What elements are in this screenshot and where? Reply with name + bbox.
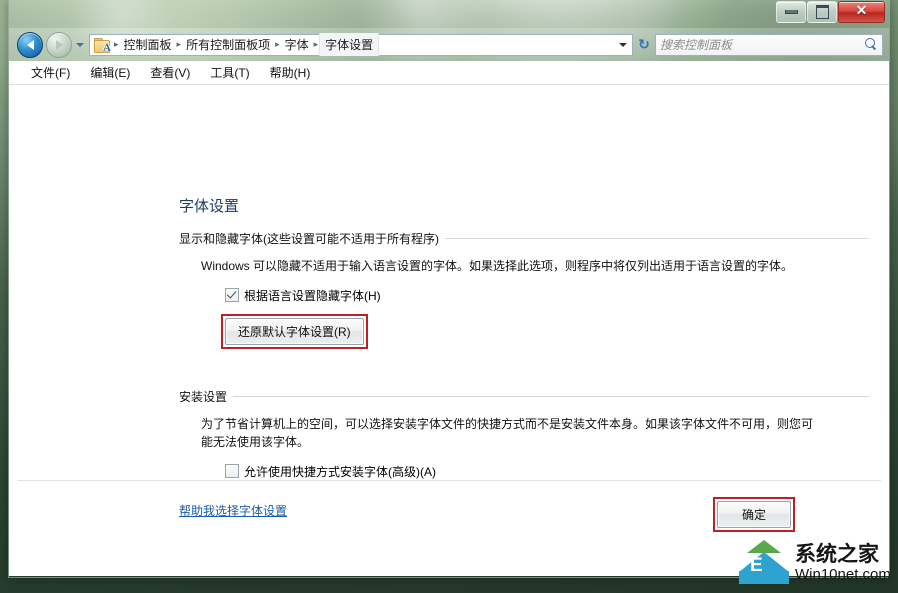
menu-item-help[interactable]: 帮助(H) bbox=[260, 61, 321, 84]
search-input[interactable]: 搜索控制面板 bbox=[660, 36, 865, 53]
minimize-button[interactable] bbox=[776, 1, 806, 23]
refresh-icon: ↻ bbox=[638, 36, 650, 52]
group-divider-line bbox=[233, 396, 869, 397]
restore-defaults-highlight: 还原默认字体设置(R) bbox=[221, 314, 368, 349]
footer-divider bbox=[17, 480, 881, 481]
forward-arrow-icon bbox=[55, 39, 63, 50]
menu-item-file[interactable]: 文件(F) bbox=[21, 61, 80, 84]
restore-default-font-settings-button[interactable]: 还原默认字体设置(R) bbox=[225, 318, 364, 345]
watermark-logo-letter: E bbox=[750, 555, 763, 576]
display-fonts-group-label: 显示和隐藏字体(这些设置可能不适用于所有程序) bbox=[179, 230, 869, 247]
watermark-title: 系统之家 bbox=[795, 542, 879, 566]
close-button[interactable]: ✕ bbox=[838, 1, 885, 23]
title-bar[interactable]: ✕ bbox=[9, 0, 889, 28]
menu-item-edit[interactable]: 编辑(E) bbox=[80, 61, 140, 84]
hide-fonts-checkbox-row[interactable]: 根据语言设置隐藏字体(H) bbox=[225, 287, 869, 304]
restore-defaults-wrapper: 还原默认字体设置(R) bbox=[221, 314, 869, 349]
refresh-button[interactable]: ↻ bbox=[633, 34, 655, 56]
install-settings-group-label-text: 安装设置 bbox=[179, 390, 228, 404]
address-bar[interactable]: A ▸ 控制面板 ▸ 所有控制面板项 ▸ 字体 ▸ 字体设置 bbox=[89, 33, 633, 56]
page-title: 字体设置 bbox=[179, 198, 240, 215]
ok-button-wrapper: 确定 bbox=[713, 497, 795, 532]
ok-button-highlight: 确定 bbox=[713, 497, 795, 532]
fonts-folder-icon: A bbox=[94, 37, 111, 53]
menu-bar: 文件(F) 编辑(E) 查看(V) 工具(T) 帮助(H) bbox=[9, 61, 889, 85]
menu-item-view[interactable]: 查看(V) bbox=[140, 61, 200, 84]
breadcrumb-item-fonts[interactable]: 字体 bbox=[281, 34, 313, 55]
back-button[interactable] bbox=[17, 31, 43, 58]
maximize-button[interactable] bbox=[807, 1, 837, 23]
maximize-icon bbox=[815, 5, 829, 19]
install-settings-description: 为了节省计算机上的空间，可以选择安装字体文件的快捷方式而不是安装文件本身。如果该… bbox=[201, 417, 814, 449]
display-fonts-group-label-text: 显示和隐藏字体(这些设置可能不适用于所有程序) bbox=[179, 232, 439, 246]
watermark-url: Win10net.com bbox=[795, 565, 891, 583]
close-icon: ✕ bbox=[855, 4, 868, 19]
menu-item-tools[interactable]: 工具(T) bbox=[200, 61, 259, 84]
minimize-icon bbox=[784, 10, 798, 14]
address-dropdown-icon[interactable] bbox=[616, 42, 630, 47]
hide-fonts-checkbox[interactable] bbox=[225, 288, 239, 302]
display-fonts-description: Windows 可以隐藏不适用于输入语言设置的字体。如果选择此选项，则程序中将仅… bbox=[201, 259, 794, 273]
breadcrumb-item-control-panel[interactable]: 控制面板 bbox=[120, 34, 176, 55]
control-panel-window: ✕ A ▸ 控制面板 ▸ 所有控制面板项 ▸ 字体 ▸ 字体设置 ↻ 搜索控制面… bbox=[8, 0, 890, 578]
navigation-bar: A ▸ 控制面板 ▸ 所有控制面板项 ▸ 字体 ▸ 字体设置 ↻ 搜索控制面板 bbox=[9, 28, 889, 61]
window-controls: ✕ bbox=[776, 1, 887, 23]
help-choose-font-settings-link[interactable]: 帮助我选择字体设置 bbox=[179, 504, 287, 518]
search-icon bbox=[865, 38, 878, 51]
search-box[interactable]: 搜索控制面板 bbox=[655, 33, 883, 56]
breadcrumb-item-all-items[interactable]: 所有控制面板项 bbox=[182, 34, 274, 55]
ok-button[interactable]: 确定 bbox=[717, 501, 791, 528]
allow-shortcut-install-checkbox[interactable] bbox=[225, 464, 239, 478]
hide-fonts-checkbox-label: 根据语言设置隐藏字体(H) bbox=[244, 289, 381, 303]
watermark-logo-icon: E bbox=[737, 540, 791, 586]
content-area: 字体设置 显示和隐藏字体(这些设置可能不适用于所有程序) Windows 可以隐… bbox=[9, 85, 889, 576]
breadcrumb-item-font-settings[interactable]: 字体设置 bbox=[319, 33, 380, 56]
install-settings-group-label: 安装设置 bbox=[179, 388, 869, 405]
group-divider-line bbox=[445, 238, 869, 239]
watermark-text: 系统之家 Win10net.com bbox=[795, 542, 891, 583]
site-watermark: E 系统之家 Win10net.com bbox=[737, 538, 892, 588]
history-dropdown-icon[interactable] bbox=[76, 42, 84, 47]
forward-button[interactable] bbox=[46, 31, 72, 58]
display-fonts-group: 显示和隐藏字体(这些设置可能不适用于所有程序) Windows 可以隐藏不适用于… bbox=[179, 230, 869, 349]
allow-shortcut-install-checkbox-label: 允许使用快捷方式安装字体(高级)(A) bbox=[244, 465, 436, 479]
back-arrow-icon bbox=[26, 39, 34, 50]
allow-shortcut-install-checkbox-row[interactable]: 允许使用快捷方式安装字体(高级)(A) bbox=[225, 463, 869, 480]
